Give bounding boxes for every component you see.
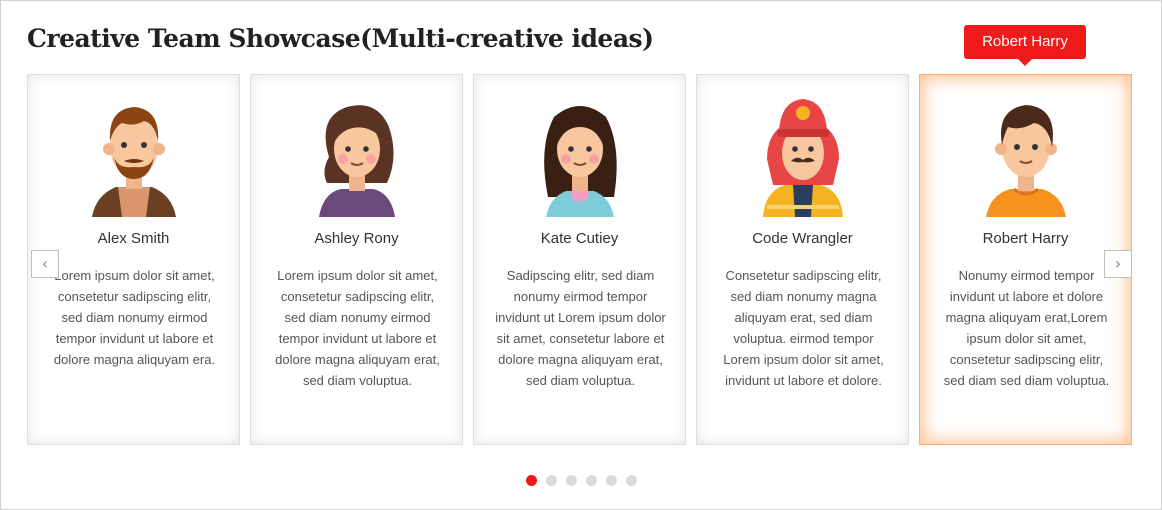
member-name: Alex Smith xyxy=(97,230,170,247)
pagination-dot[interactable] xyxy=(586,475,597,486)
member-tooltip: Robert Harry xyxy=(964,25,1086,66)
member-bio: Lorem ipsum dolor sit amet, consetetur s… xyxy=(275,268,440,388)
woman-avatar-icon xyxy=(319,105,395,217)
pagination-dot[interactable] xyxy=(606,475,617,486)
team-card[interactable]: Ashley Rony Lorem ipsum dolor sit amet, … xyxy=(250,74,463,445)
member-name: Robert Harry xyxy=(982,230,1069,247)
member-name: Ashley Rony xyxy=(314,230,399,247)
team-card-active[interactable]: Robert Harry Nonumy eirmod tempor invidu… xyxy=(919,74,1132,445)
pagination-dot[interactable] xyxy=(546,475,557,486)
prev-arrow-icon[interactable]: ‹ xyxy=(31,250,59,278)
boy-avatar-icon xyxy=(986,105,1066,217)
pagination-dot[interactable] xyxy=(566,475,577,486)
team-card[interactable]: Kate Cutiey Sadipscing elitr, sed diam n… xyxy=(473,74,686,445)
member-bio: Consetetur sadipscing elitr, sed diam no… xyxy=(723,268,884,388)
member-bio: Sadipscing elitr, sed diam nonumy eirmod… xyxy=(495,268,666,388)
next-arrow-icon[interactable]: › xyxy=(1104,250,1132,278)
page-title: Creative Team Showcase(Multi-creative id… xyxy=(27,24,654,53)
firefighter-avatar-icon xyxy=(763,99,843,217)
pagination-dots xyxy=(526,475,646,487)
member-name: Code Wrangler xyxy=(752,230,853,247)
member-bio: Nonumy eirmod tempor invidunt ut labore … xyxy=(943,268,1110,388)
bearded-man-avatar-icon xyxy=(92,107,176,217)
girl-avatar-icon xyxy=(544,106,617,217)
pagination-dot[interactable] xyxy=(626,475,637,486)
member-name: Kate Cutiey xyxy=(540,230,619,247)
member-bio: Lorem ipsum dolor sit amet, consetetur s… xyxy=(53,268,216,367)
pagination-dot[interactable] xyxy=(526,475,537,486)
team-card[interactable]: Code Wrangler Consetetur sadipscing elit… xyxy=(696,74,909,445)
